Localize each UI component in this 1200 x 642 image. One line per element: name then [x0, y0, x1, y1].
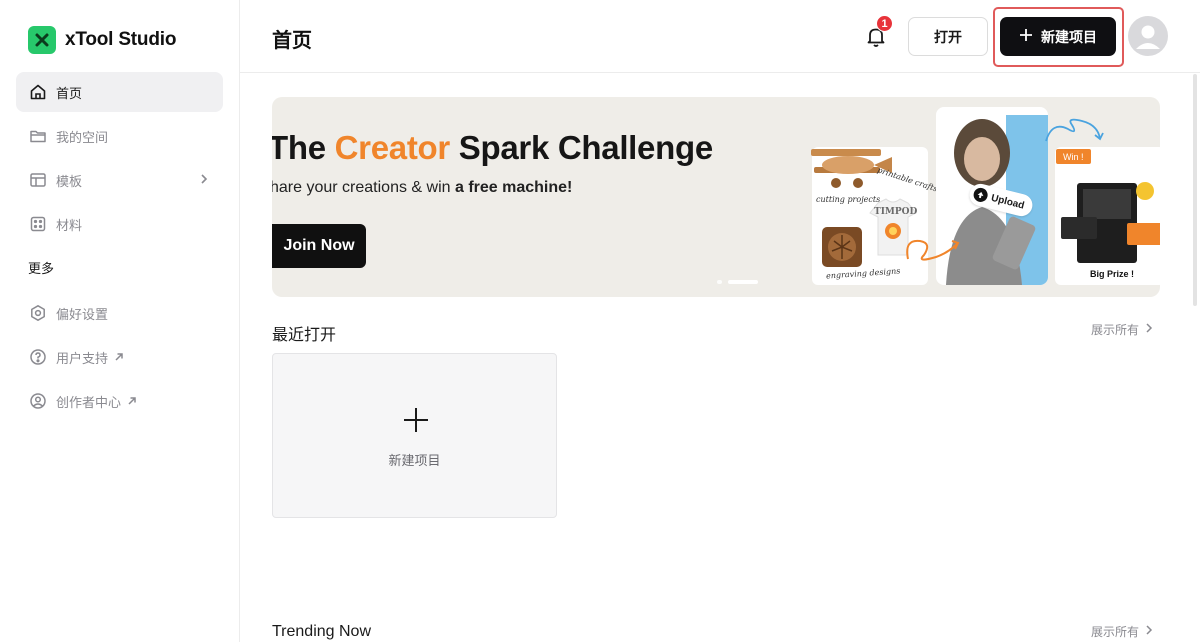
- sidebar-item-label: 首页: [56, 85, 83, 101]
- help-icon: [28, 347, 48, 367]
- sidebar-item-label: 材料: [56, 217, 83, 233]
- template-icon: [28, 170, 48, 190]
- carousel-indicator[interactable]: [717, 280, 758, 284]
- main-scrollbar[interactable]: [1193, 74, 1197, 306]
- sidebar-item-label: 我的空间: [56, 129, 109, 145]
- trending-section-title: Trending Now: [272, 623, 372, 640]
- section-more-heading: 更多: [28, 261, 55, 276]
- banner-subtitle-pre: hare your creations & win: [272, 179, 455, 196]
- laser-machine-illustration: [1061, 182, 1160, 263]
- join-now-button[interactable]: Join Now: [272, 224, 366, 268]
- page-title: 首页: [272, 30, 312, 52]
- notification-count-badge: 1: [876, 15, 893, 32]
- user-circle-icon: [28, 391, 48, 411]
- sidebar-item-materials[interactable]: 材料: [16, 204, 223, 244]
- sidebar-item-user-support[interactable]: 用户支持: [16, 337, 223, 377]
- banner-title: The Creator Spark Challenge: [272, 129, 713, 167]
- xtool-logo-icon: [28, 26, 56, 54]
- app-name: xTool Studio: [65, 29, 177, 50]
- new-project-label: 新建项目: [1041, 28, 1097, 45]
- brand[interactable]: xTool Studio: [28, 26, 176, 54]
- sidebar-item-templates[interactable]: 模板: [16, 160, 223, 200]
- chevron-right-icon: [1145, 322, 1153, 337]
- sidebar-item-label: 模板: [56, 173, 83, 189]
- chevron-right-icon: [1145, 624, 1153, 639]
- new-project-button[interactable]: 新建项目: [1000, 17, 1116, 56]
- banner-title-pre: The: [272, 129, 335, 166]
- carousel-dot-1[interactable]: [717, 280, 722, 284]
- sidebar: xTool Studio 首页 我的空间 模板 材料 更多 偏好设置 用户支持 …: [0, 0, 240, 642]
- plus-icon: [1019, 28, 1033, 45]
- banner-title-post: Spark Challenge: [449, 129, 713, 166]
- trending-show-all-link[interactable]: 展示所有: [1091, 623, 1153, 640]
- top-header: 首页 1 打开 新建项目: [240, 0, 1200, 73]
- shirt-print-label: TIMPOD: [874, 207, 918, 217]
- blue-loop-arrow-icon: [1045, 118, 1104, 142]
- win-tag: Win !: [1056, 149, 1091, 164]
- recent-section-title: 最近打开: [272, 327, 337, 344]
- show-all-label: 展示所有: [1091, 625, 1140, 639]
- sidebar-item-label: 用户支持: [56, 350, 109, 366]
- open-button[interactable]: 打开: [908, 17, 988, 56]
- banner-subtitle-bold: a free machine!: [454, 179, 573, 196]
- external-link-icon: [127, 396, 137, 406]
- wooden-plane-illustration: [811, 149, 892, 188]
- sidebar-item-my-space[interactable]: 我的空间: [16, 116, 223, 156]
- avatar[interactable]: [1128, 16, 1168, 56]
- promo-banner[interactable]: The Creator Spark Challenge hare your cr…: [272, 97, 1160, 297]
- recent-show-all-link[interactable]: 展示所有: [1091, 321, 1153, 338]
- orange-swirl-arrow-icon: [906, 239, 960, 261]
- upload-icon: [972, 186, 990, 204]
- sidebar-item-creator-center[interactable]: 创作者中心: [16, 381, 223, 421]
- carousel-dot-2[interactable]: [728, 280, 758, 284]
- upload-label: Upload: [989, 192, 1026, 212]
- new-project-card[interactable]: 新建项目: [272, 353, 557, 518]
- folder-icon: [28, 126, 48, 146]
- show-all-label: 展示所有: [1091, 323, 1140, 337]
- prize-card: [1055, 147, 1160, 285]
- grid-icon: [28, 214, 48, 234]
- external-link-icon: [114, 352, 124, 362]
- sidebar-item-home[interactable]: 首页: [16, 72, 223, 112]
- chevron-right-icon: [199, 172, 209, 191]
- sidebar-nav: 首页 我的空间 模板 材料 更多 偏好设置 用户支持 创作者中心: [16, 72, 223, 425]
- settings-icon: [28, 303, 48, 323]
- banner-title-accent: Creator: [334, 129, 451, 166]
- new-project-card-label: 新建项目: [388, 453, 441, 468]
- app-window: xTool Studio 首页 我的空间 模板 材料 更多 偏好设置 用户支持 …: [0, 0, 1200, 642]
- home-icon: [28, 82, 48, 102]
- engraved-coaster-illustration: [822, 227, 862, 267]
- big-prize-label: Big Prize !: [1090, 269, 1135, 279]
- sidebar-item-label: 偏好设置: [56, 306, 109, 322]
- sidebar-item-preferences[interactable]: 偏好设置: [16, 293, 223, 333]
- banner-subtitle: hare your creations & win a free machine…: [272, 179, 572, 197]
- plus-icon: [402, 406, 430, 439]
- sidebar-item-label: 创作者中心: [56, 394, 122, 410]
